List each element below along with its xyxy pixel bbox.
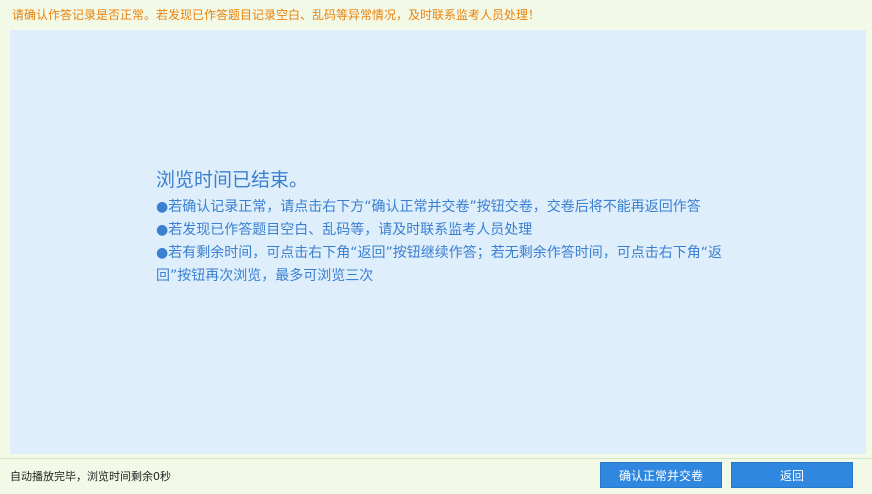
confirm-submit-button[interactable]: 确认正常并交卷 (600, 462, 722, 488)
notice-bullet-confirm: ●若确认记录正常，请点击右下方“确认正常并交卷”按钮交卷，交卷后将不能再返回作答 (156, 196, 756, 219)
notice-content: 浏览时间已结束。 ●若确认记录正常，请点击右下方“确认正常并交卷”按钮交卷，交卷… (156, 166, 756, 288)
back-button[interactable]: 返回 (731, 462, 853, 488)
status-bar: 自动播放完毕，浏览时间剩余0秒 确认正常并交卷 返回 (0, 458, 872, 494)
status-text: 自动播放完毕，浏览时间剩余0秒 (10, 468, 171, 484)
notice-bullet-abnormal: ●若发现已作答题目空白、乱码等，请及时联系监考人员处理 (156, 219, 756, 242)
main-panel: 浏览时间已结束。 ●若确认记录正常，请点击右下方“确认正常并交卷”按钮交卷，交卷… (10, 30, 866, 454)
notice-heading: 浏览时间已结束。 (156, 166, 756, 194)
top-warning-text: 请确认作答记录是否正常。若发现已作答题目记录空白、乱码等异常情况，及时联系监考人… (0, 0, 872, 28)
notice-bullet-remaining-time: ●若有剩余时间，可点击右下角“返回”按钮继续作答；若无剩余作答时间，可点击右下角… (156, 242, 756, 288)
